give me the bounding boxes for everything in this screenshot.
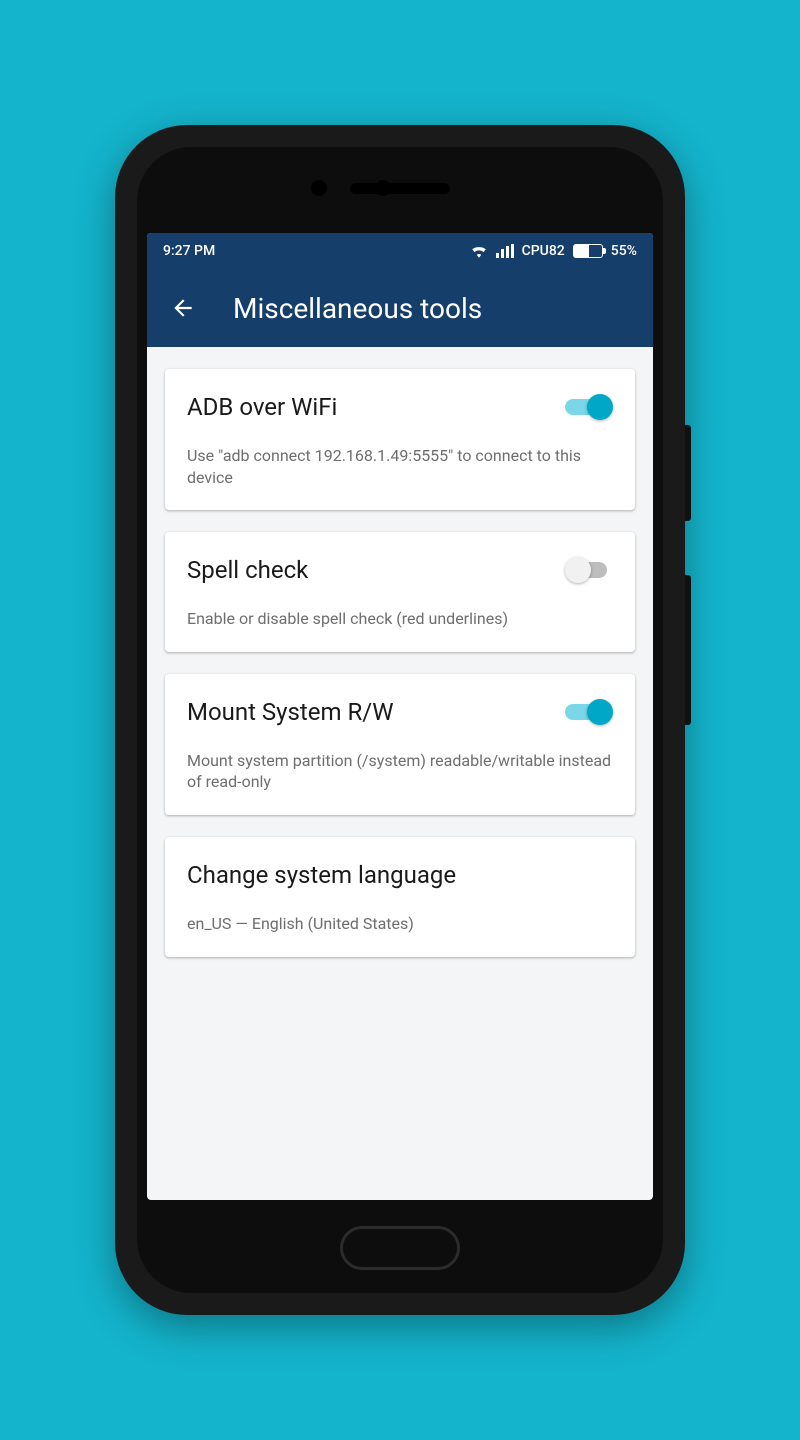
- status-right: CPU82 55%: [470, 243, 637, 259]
- battery-icon: [573, 244, 603, 258]
- card-title: Change system language: [187, 861, 456, 889]
- card-title: ADB over WiFi: [187, 393, 337, 421]
- card-title: Mount System R/W: [187, 698, 393, 726]
- switch-thumb: [587, 394, 613, 420]
- status-battery-pct: 55%: [611, 243, 637, 259]
- page-title: Miscellaneous tools: [233, 292, 482, 325]
- status-bar: 9:27 PM CPU82 55%: [147, 233, 653, 269]
- back-button[interactable]: [161, 286, 205, 330]
- side-button-2: [685, 575, 691, 725]
- mount-toggle[interactable]: [565, 698, 613, 726]
- signal-icon: [496, 244, 514, 258]
- card-description: Use "adb connect 192.168.1.49:5555" to c…: [187, 445, 613, 488]
- spell-toggle[interactable]: [565, 556, 613, 584]
- status-time: 9:27 PM: [163, 243, 215, 259]
- card-description: en_US — English (United States): [187, 913, 613, 935]
- card-title: Spell check: [187, 556, 308, 584]
- side-button-1: [685, 425, 691, 521]
- card-mount-system[interactable]: Mount System R/W Mount system partition …: [165, 674, 635, 815]
- status-cpu: CPU82: [522, 243, 565, 259]
- wifi-icon: [470, 244, 488, 258]
- card-description: Mount system partition (/system) readabl…: [187, 750, 613, 793]
- earpiece: [350, 183, 450, 194]
- adb-toggle[interactable]: [565, 393, 613, 421]
- phone-frame: 9:27 PM CPU82 55% Misce: [115, 125, 685, 1315]
- home-button[interactable]: [340, 1226, 460, 1270]
- app-bar: Miscellaneous tools: [147, 269, 653, 347]
- card-spell-check[interactable]: Spell check Enable or disable spell chec…: [165, 532, 635, 652]
- card-description: Enable or disable spell check (red under…: [187, 608, 613, 630]
- sensor-dot: [311, 180, 327, 196]
- switch-thumb: [565, 557, 591, 583]
- screen: 9:27 PM CPU82 55% Misce: [147, 233, 653, 1200]
- battery-fill: [574, 245, 589, 257]
- camera-dot: [375, 180, 391, 196]
- arrow-back-icon: [170, 295, 196, 321]
- card-adb-over-wifi[interactable]: ADB over WiFi Use "adb connect 192.168.1…: [165, 369, 635, 510]
- switch-thumb: [587, 699, 613, 725]
- card-change-language[interactable]: Change system language en_US — English (…: [165, 837, 635, 957]
- content-area: ADB over WiFi Use "adb connect 192.168.1…: [147, 347, 653, 1200]
